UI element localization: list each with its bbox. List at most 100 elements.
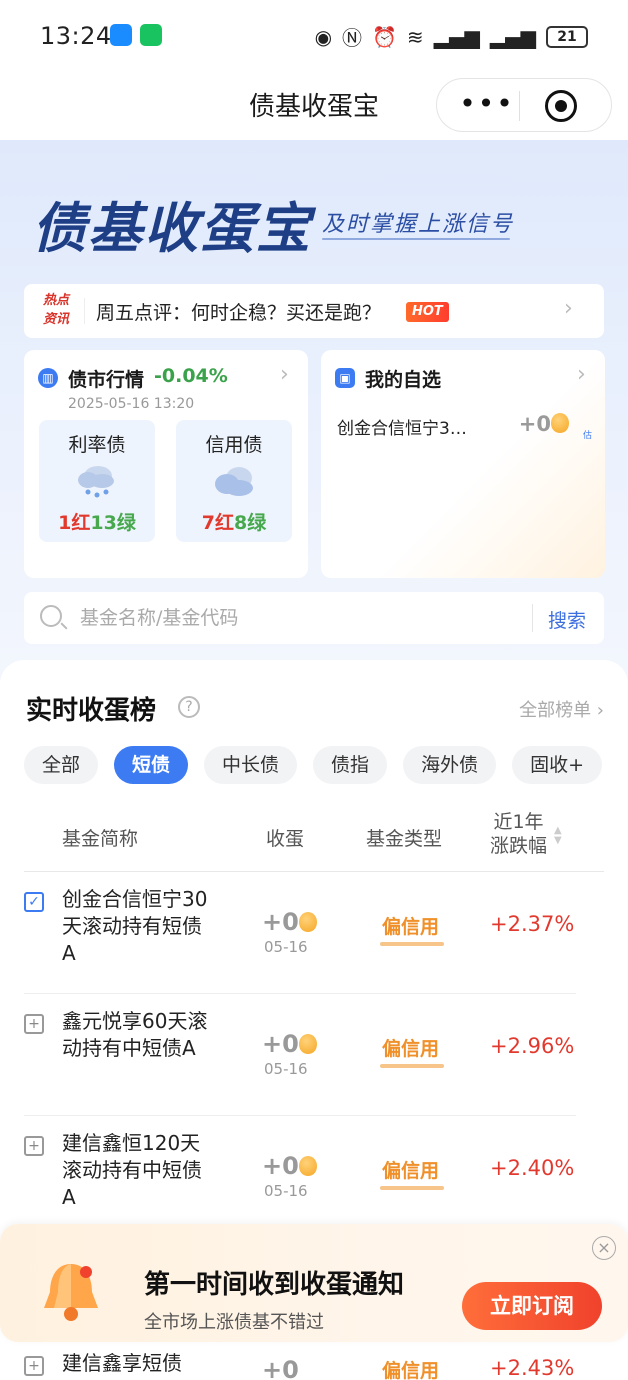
close-mini-program-button[interactable]: [545, 90, 577, 122]
alarm-icon: ⏰: [372, 24, 397, 49]
favorites-title: 我的自选: [365, 369, 442, 391]
favorite-egg-value: +0: [519, 412, 569, 436]
my-favorites-card[interactable]: ▣ 我的自选 › 创金合信恒宁3… +0 估: [321, 350, 605, 578]
all-rankings-link[interactable]: 全部榜单 ›: [519, 696, 604, 722]
slogan-underline: [322, 238, 510, 240]
chevron-right-icon: ›: [577, 362, 586, 387]
hot-news-tag: 热点资讯: [42, 293, 69, 327]
fund-type: 偏信用: [382, 1360, 440, 1380]
hot-badge: HOT: [406, 302, 449, 322]
egg-value: +0: [262, 1030, 317, 1058]
egg-icon: [298, 1034, 317, 1054]
market-date: 2025-05-16 13:20: [68, 396, 195, 412]
hero-section: 债基收蛋宝 及时掌握上涨信号 热点资讯 周五点评：何时企稳？买还是跑？ HOT …: [0, 140, 628, 680]
ranking-title: 实时收蛋榜: [26, 696, 157, 726]
tab-short-bond[interactable]: 短债: [114, 746, 189, 784]
egg-value: +0: [262, 1152, 317, 1180]
fund-name: 创金合信恒宁30天滚动持有短债A: [62, 887, 208, 965]
chart-icon: ▥: [38, 368, 58, 388]
fund-1y-change: +2.40%: [490, 1156, 575, 1180]
capsule-divider: [519, 91, 520, 121]
header-fund-type: 基金类型: [366, 828, 443, 850]
eye-icon: ◉: [314, 24, 333, 49]
sort-icon[interactable]: ▲ ▼: [554, 826, 562, 846]
more-menu-button[interactable]: •••: [457, 87, 517, 121]
fund-name: 鑫元悦享60天滚动持有中短债A: [62, 1009, 208, 1060]
fund-1y-change: +2.37%: [490, 912, 575, 936]
tab-overseas-bond[interactable]: 海外债: [403, 746, 497, 784]
cloud-icon: [215, 467, 253, 496]
add-favorite-icon[interactable]: +: [24, 1136, 44, 1156]
credit-bond-title: 信用债: [205, 434, 263, 456]
status-indicators: ◉ Ⓝ ⏰ ≋ ▂▄▆ ▂▄▆ 21: [315, 22, 588, 51]
egg-icon: [298, 912, 317, 932]
nfc-icon: Ⓝ: [342, 26, 363, 50]
egg-date: 05-16: [264, 938, 308, 956]
rate-green-count: 13绿: [90, 512, 136, 534]
rate-bond-title: 利率债: [68, 434, 126, 456]
credit-bond-tile[interactable]: 信用债 7红8绿: [176, 420, 292, 542]
market-title: 债市行情: [68, 369, 145, 391]
market-change: -0.04%: [154, 365, 228, 387]
banner-subtitle: 全市场上涨债基不错过: [144, 1312, 324, 1333]
hot-news-bar[interactable]: 热点资讯 周五点评：何时企稳？买还是跑？ HOT ›: [24, 284, 604, 338]
chevron-right-icon: ›: [564, 296, 573, 321]
estimate-badge: 估: [583, 431, 593, 441]
bookmark-icon: ▣: [335, 368, 355, 388]
battery-indicator: 21: [546, 25, 588, 48]
header-egg: 收蛋: [266, 828, 305, 850]
checkbox-checked-icon[interactable]: ✓: [24, 892, 44, 912]
subscribe-banner: 第一时间收到收蛋通知 全市场上涨债基不错过 立即订阅 ×: [0, 1224, 628, 1342]
fund-type: 偏信用: [382, 1038, 440, 1060]
header-1y-change[interactable]: 近1年 涨跌幅: [490, 810, 547, 858]
tab-mid-long-bond[interactable]: 中长债: [204, 746, 298, 784]
search-divider: [532, 604, 533, 632]
bond-market-card[interactable]: ▥ 债市行情 -0.04% › 2025-05-16 13:20 利率债 1红1…: [24, 350, 308, 578]
egg-text: +0: [262, 908, 299, 936]
credit-red-count: 7红: [201, 512, 234, 534]
signal-icon: ▂▄▆: [433, 24, 480, 49]
fund-1y-change: +2.96%: [490, 1034, 575, 1058]
table-row[interactable]: + 建信鑫恒120天滚动持有中短债A +0 05-16 偏信用 +2.40%: [24, 1116, 576, 1238]
search-input[interactable]: [80, 602, 520, 634]
fund-name: 建信鑫恒120天滚动持有中短债A: [62, 1131, 202, 1209]
wechat-icon: [140, 24, 162, 46]
egg-icon: [551, 413, 569, 433]
tab-all[interactable]: 全部: [24, 746, 99, 784]
egg-icon: [298, 1156, 317, 1176]
egg-text: +0: [262, 1030, 299, 1058]
chevron-right-icon: ›: [280, 362, 289, 387]
fund-type: 偏信用: [382, 916, 440, 938]
status-time: 13:24: [40, 22, 112, 50]
title-bar: 债基收蛋宝 •••: [0, 72, 628, 140]
search-button[interactable]: 搜索: [548, 606, 586, 633]
mini-program-capsule: •••: [436, 78, 612, 132]
news-divider: [84, 298, 85, 324]
table-row[interactable]: ✓ 创金合信恒宁30天滚动持有短债A +0 05-16 偏信用 +2.37%: [24, 872, 576, 994]
help-icon[interactable]: ?: [178, 696, 200, 718]
subscribe-button[interactable]: 立即订阅: [462, 1282, 602, 1330]
tab-bond-index[interactable]: 债指: [313, 746, 388, 784]
close-icon[interactable]: ×: [592, 1236, 616, 1260]
tab-fixed-income-plus[interactable]: 固收+: [512, 746, 602, 784]
signal-icon-2: ▂▄▆: [489, 24, 536, 49]
category-tabs: 全部 短债 中长债 债指 海外债 固收+: [24, 746, 604, 786]
search-icon: [40, 605, 62, 627]
banner-title: 第一时间收到收蛋通知: [144, 1270, 405, 1300]
hot-news-text: 周五点评：何时企稳？买还是跑？: [96, 302, 382, 324]
brand-logo: 债基收蛋宝: [32, 197, 312, 260]
egg-value: +0: [262, 908, 317, 936]
table-row[interactable]: + 鑫元悦享60天滚动持有中短债A +0 05-16 偏信用 +2.96%: [24, 994, 576, 1116]
rate-bond-count: 1红13绿: [39, 508, 155, 535]
egg-date: 05-16: [264, 1060, 308, 1078]
egg-date: 05-16: [264, 1182, 308, 1200]
credit-green-count: 8绿: [234, 512, 267, 534]
add-favorite-icon[interactable]: +: [24, 1356, 44, 1376]
fund-type-underline: [380, 1064, 444, 1068]
wifi-icon: ≋: [406, 24, 424, 49]
rate-bond-tile[interactable]: 利率债 1红13绿: [39, 420, 155, 542]
brand-slogan: 及时掌握上涨信号: [322, 212, 515, 237]
add-favorite-icon[interactable]: +: [24, 1014, 44, 1034]
favorite-fund-name[interactable]: 创金合信恒宁3…: [337, 414, 467, 439]
egg-text: +0: [262, 1152, 299, 1180]
